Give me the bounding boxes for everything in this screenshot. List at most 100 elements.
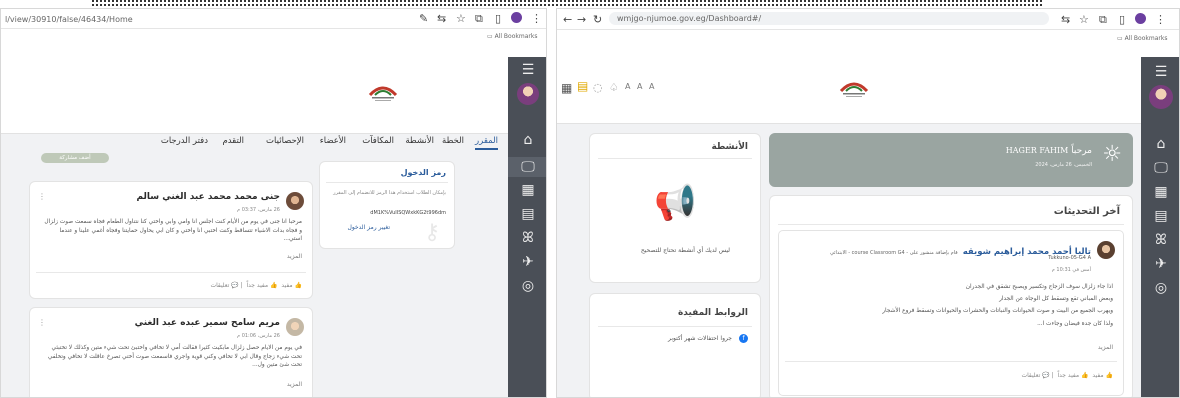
font-size-controls[interactable]: A A A bbox=[625, 82, 657, 91]
facebook-icon: f bbox=[739, 334, 748, 343]
comment-icon[interactable]: 💬 bbox=[1042, 372, 1049, 379]
course-tabs: المقرر الخطة الأنشطة المكافآت الأعضاء ال… bbox=[58, 133, 498, 153]
post-date: 26 مارس، 01:06 م bbox=[237, 333, 280, 339]
post-date: 26 مارس، 03:37 م bbox=[237, 207, 280, 213]
update-line: اذا جاء زلزال سوف الزجاج وتكسير ويصبح تش… bbox=[965, 284, 1113, 290]
post-menu-icon[interactable]: ⋮ bbox=[38, 192, 46, 201]
all-bookmarks[interactable]: ▭ All Bookmarks bbox=[1117, 35, 1167, 42]
access-code-desc: بإمكان الطلاب استخدام هذا الرمز للانضمام… bbox=[333, 190, 446, 196]
activities-card: الأنشطة 📢 ليس لديك أي أنشطة تحتاج للتصحي… bbox=[589, 133, 761, 283]
home-icon[interactable]: ⌂ bbox=[508, 133, 546, 147]
update-more-link[interactable]: المزيد bbox=[1098, 343, 1113, 352]
chat-icon[interactable]: ◌ bbox=[593, 81, 603, 94]
forward-icon[interactable]: → bbox=[577, 14, 586, 25]
access-code-card: رمز الدخول بإمكان الطلاب استخدام هذا الر… bbox=[319, 161, 455, 249]
right-browser-screenshot: ← → ↻ wmjgo-njumoe.gov.eg/Dashboard#/ ⇆ … bbox=[556, 8, 1180, 398]
document-icon[interactable]: ▤ bbox=[1141, 209, 1179, 223]
address-bar[interactable]: wmjgo-njumoe.gov.eg/Dashboard#/ bbox=[617, 14, 761, 23]
right-sidebar-rail: ☰ ⌂ 🖵 ▦ ▤ ꕤ ✈ ◎ bbox=[1141, 57, 1179, 397]
avatar bbox=[286, 192, 304, 210]
support-icon[interactable]: ◎ bbox=[1141, 281, 1179, 295]
calendar-icon[interactable]: ▦ bbox=[1141, 185, 1179, 199]
post-more-link[interactable]: المزيد bbox=[287, 380, 302, 389]
bell-icon[interactable]: ♤ bbox=[609, 81, 619, 94]
very-helpful-button[interactable]: مفيد جداً bbox=[246, 282, 268, 289]
sidebar-icon[interactable]: ▯ bbox=[495, 13, 501, 24]
post-body: مرحبا انا جنى في يوم من الأيام كنت اجلس … bbox=[44, 219, 302, 243]
latest-updates-title: آخر التحديثات bbox=[1053, 206, 1120, 217]
update-item: تاليا أحمد محمد إبراهيم شويقه قام بإضافة… bbox=[778, 230, 1124, 396]
all-bookmarks[interactable]: ▭ All Bookmarks bbox=[487, 33, 537, 40]
update-line: وبعض المباني تقع وتسقط كل الوجاه عن الجد… bbox=[999, 296, 1113, 303]
address-bar-box[interactable]: wmjgo-njumoe.gov.eg/Dashboard#/ bbox=[609, 12, 1049, 25]
hamburger-icon[interactable]: ☰ bbox=[508, 63, 546, 77]
board-icon[interactable]: 🖵 bbox=[508, 157, 546, 177]
puzzle-icon[interactable]: ⧉ bbox=[475, 13, 483, 24]
add-post-pill[interactable]: أضف مشاركة bbox=[41, 153, 109, 163]
tab-members[interactable]: الأعضاء bbox=[320, 136, 346, 146]
rocket-icon[interactable]: ✈ bbox=[1141, 257, 1179, 271]
tab-gradebook[interactable]: دفتر الدرجات bbox=[161, 136, 208, 146]
post-menu-icon[interactable]: ⋮ bbox=[38, 318, 46, 327]
home-icon[interactable]: ⌂ bbox=[1141, 137, 1179, 151]
profile-icon[interactable] bbox=[1135, 13, 1146, 24]
support-icon[interactable]: ◎ bbox=[508, 279, 546, 293]
update-actions: 👍 مفيد 👍 مفيد جداً | 💬 تعليقات bbox=[1021, 372, 1113, 379]
tab-rewards[interactable]: المكافآت bbox=[362, 136, 394, 146]
board-icon[interactable]: 🖵 bbox=[1141, 161, 1179, 175]
access-code-title: رمز الدخول bbox=[400, 168, 446, 177]
star-icon[interactable]: ☆ bbox=[456, 13, 466, 24]
profile-icon[interactable] bbox=[511, 12, 522, 23]
sidebar-icon[interactable]: ▯ bbox=[1119, 14, 1125, 25]
post-author[interactable]: مريم سامح سمير عبده عبد الغني bbox=[135, 318, 280, 328]
notifications-icon[interactable]: ▤ bbox=[577, 79, 588, 93]
back-icon[interactable]: ← bbox=[563, 14, 572, 25]
extension-icon[interactable]: ✎ bbox=[419, 13, 428, 24]
comment-icon[interactable]: 💬 bbox=[231, 282, 238, 289]
update-action: قام بإضافة منشور على - course Classroom … bbox=[829, 250, 958, 256]
useful-links-card: الروابط المفيدة f جروا احتفالات شهر أكتو… bbox=[589, 293, 761, 397]
star-icon[interactable]: ☆ bbox=[1079, 14, 1089, 25]
puzzle-icon[interactable]: ⧉ bbox=[1099, 14, 1107, 25]
like-icon[interactable]: 👍 bbox=[270, 282, 277, 289]
tab-statistics[interactable]: الإحصائيات bbox=[266, 136, 304, 146]
like-icon[interactable]: 👍 bbox=[295, 282, 302, 289]
menu-dots-icon[interactable]: ⋮ bbox=[1155, 14, 1166, 25]
share-icon[interactable]: ⇆ bbox=[1061, 14, 1070, 25]
user-avatar[interactable] bbox=[517, 83, 539, 105]
comments-button[interactable]: تعليقات bbox=[1021, 372, 1040, 379]
share-icon[interactable]: ⇆ bbox=[437, 13, 446, 24]
helpful-button[interactable]: مفيد bbox=[1092, 372, 1103, 379]
useful-link-item[interactable]: جروا احتفالات شهر أكتوبر bbox=[668, 334, 732, 343]
calendar-icon[interactable]: ▦ bbox=[508, 183, 546, 197]
ministry-logo bbox=[368, 86, 398, 101]
apps-grid-icon[interactable]: ▦ bbox=[561, 81, 572, 95]
reload-icon[interactable]: ↻ bbox=[593, 14, 602, 25]
group-icon[interactable]: ꕤ bbox=[508, 231, 546, 245]
activities-title: الأنشطة bbox=[711, 142, 748, 152]
comments-button[interactable]: تعليقات bbox=[210, 282, 229, 289]
user-avatar[interactable] bbox=[1149, 85, 1173, 109]
tab-progress[interactable]: التقدم bbox=[222, 136, 244, 146]
post-card: مريم سامح سمير عبده عبد الغني 26 مارس، 0… bbox=[29, 307, 313, 397]
post-author[interactable]: جنى محمد محمد عبد الغني سالم bbox=[136, 192, 280, 202]
avatar bbox=[286, 318, 304, 336]
hamburger-icon[interactable]: ☰ bbox=[1141, 65, 1179, 79]
left-browser-screenshot: l/view/30910/false/46434/Home ✎ ⇆ ☆ ⧉ ▯ … bbox=[0, 8, 547, 398]
rocket-icon[interactable]: ✈ bbox=[508, 255, 546, 269]
post-more-link[interactable]: المزيد bbox=[287, 252, 302, 261]
address-bar[interactable]: l/view/30910/false/46434/Home bbox=[5, 15, 133, 24]
tab-course[interactable]: المقرر bbox=[475, 136, 498, 150]
very-helpful-button[interactable]: مفيد جداً bbox=[1057, 372, 1079, 379]
update-course[interactable]: Tukkuno-05-G4 A bbox=[1048, 255, 1091, 261]
tab-plan[interactable]: الخطة bbox=[442, 136, 464, 146]
document-icon[interactable]: ▤ bbox=[508, 207, 546, 221]
change-code-link[interactable]: تغيير رمز الدخول bbox=[347, 224, 390, 231]
like-icon[interactable]: 👍 bbox=[1081, 372, 1088, 379]
post-actions: 👍 مفيد 👍 مفيد جداً | 💬 تعليقات bbox=[210, 282, 302, 289]
menu-dots-icon[interactable]: ⋮ bbox=[531, 13, 542, 24]
helpful-button[interactable]: مفيد bbox=[281, 282, 292, 289]
like-icon[interactable]: 👍 bbox=[1106, 372, 1113, 379]
group-icon[interactable]: ꕤ bbox=[1141, 233, 1179, 247]
tab-activities[interactable]: الأنشطة bbox=[405, 136, 434, 146]
